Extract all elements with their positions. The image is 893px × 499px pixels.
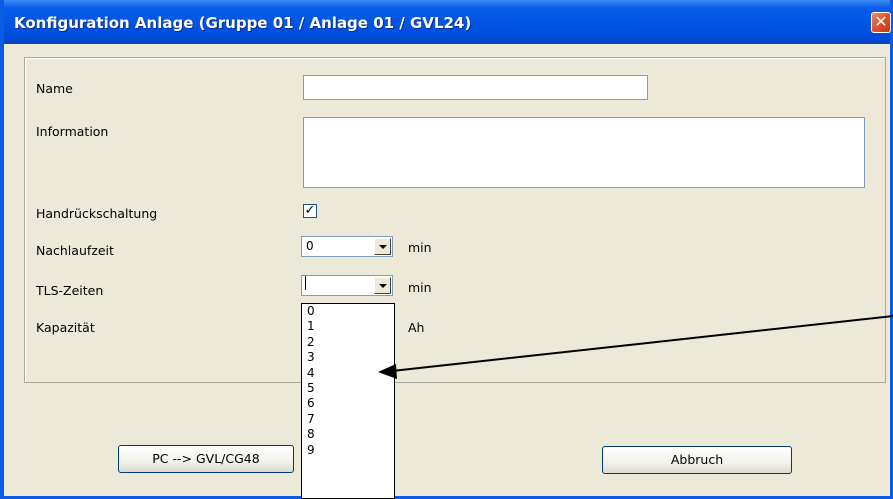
annotation-arrow [378, 315, 893, 379]
